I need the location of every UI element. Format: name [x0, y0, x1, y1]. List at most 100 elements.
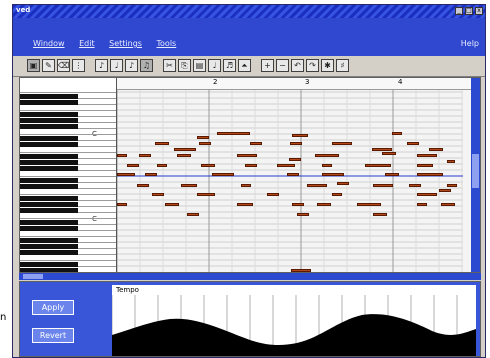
black-key[interactable]: [20, 94, 78, 99]
whole-note-icon[interactable]: ♪: [95, 59, 108, 72]
scroll-thumb[interactable]: [472, 154, 479, 188]
black-key[interactable]: [20, 220, 78, 225]
play-icon[interactable]: ✱: [321, 59, 334, 72]
note-block[interactable]: [447, 160, 455, 163]
black-key[interactable]: [20, 124, 78, 129]
note-block[interactable]: [199, 142, 211, 145]
note-block[interactable]: [417, 203, 427, 206]
note-block[interactable]: [307, 184, 327, 187]
note-block[interactable]: [157, 164, 167, 167]
note-block[interactable]: [417, 164, 433, 167]
note-block[interactable]: [357, 203, 381, 206]
menu-tools[interactable]: Tools: [157, 39, 177, 48]
black-key[interactable]: [20, 208, 78, 213]
note-block[interactable]: [181, 184, 197, 187]
note-block[interactable]: [447, 184, 457, 187]
record-icon[interactable]: ♯: [336, 59, 349, 72]
title-bar[interactable]: ved _ □ x: [13, 5, 485, 18]
note-block[interactable]: [177, 154, 191, 157]
eighth-note-icon[interactable]: ♫: [140, 59, 153, 72]
draw-icon[interactable]: ✎: [42, 59, 55, 72]
measure-ruler[interactable]: 2 3 4: [117, 78, 472, 90]
note-block[interactable]: [250, 142, 262, 145]
note-block[interactable]: [287, 173, 299, 176]
menu-edit[interactable]: Edit: [79, 39, 95, 48]
note-block[interactable]: [152, 193, 164, 196]
copy-icon[interactable]: ⎘: [178, 59, 191, 72]
note-block[interactable]: [117, 173, 135, 176]
select-icon[interactable]: ▣: [27, 59, 40, 72]
redo-icon[interactable]: ↷: [306, 59, 319, 72]
black-key[interactable]: [20, 112, 78, 117]
horizontal-scrollbar[interactable]: [19, 273, 481, 280]
paste-icon[interactable]: ▤: [193, 59, 206, 72]
close-button[interactable]: x: [475, 7, 483, 15]
note-block[interactable]: [417, 173, 443, 176]
erase-icon[interactable]: ⌫: [57, 59, 70, 72]
note-block[interactable]: [201, 164, 215, 167]
black-key[interactable]: [20, 244, 78, 249]
note-block[interactable]: [385, 173, 399, 176]
note-block[interactable]: [373, 184, 393, 187]
white-key[interactable]: [20, 194, 116, 195]
note-block[interactable]: [337, 182, 349, 185]
note-block[interactable]: [317, 203, 331, 206]
note-block[interactable]: [165, 203, 179, 206]
note-block[interactable]: [322, 164, 332, 167]
menu-help[interactable]: Help: [461, 39, 479, 48]
note-block[interactable]: [291, 269, 311, 272]
note-block[interactable]: [267, 193, 279, 196]
note-block[interactable]: [174, 148, 196, 151]
minimize-button[interactable]: _: [455, 7, 463, 15]
note-block[interactable]: [197, 193, 215, 196]
white-key[interactable]: [20, 260, 116, 261]
note-block[interactable]: [127, 164, 139, 167]
note-block[interactable]: [117, 203, 127, 206]
note-block[interactable]: [237, 154, 257, 157]
note-block[interactable]: [297, 213, 309, 216]
black-key[interactable]: [20, 178, 78, 183]
black-key[interactable]: [20, 226, 78, 231]
note-block[interactable]: [373, 213, 387, 216]
note-block[interactable]: [197, 136, 209, 139]
menu-window[interactable]: Window: [33, 39, 65, 48]
tempo-curve[interactable]: [111, 285, 476, 357]
white-key[interactable]: [20, 236, 116, 237]
quarter-note-icon[interactable]: ♪: [125, 59, 138, 72]
tempo-lane[interactable]: Tempo: [111, 285, 476, 357]
white-key[interactable]: [20, 152, 116, 153]
black-key[interactable]: [20, 118, 78, 123]
note-block[interactable]: [392, 132, 402, 135]
note-block[interactable]: [217, 132, 250, 135]
vertical-scrollbar[interactable]: [471, 78, 480, 272]
zoom-in-icon[interactable]: +: [261, 59, 274, 72]
revert-button[interactable]: Revert: [32, 328, 74, 343]
scroll-thumb[interactable]: [23, 274, 43, 279]
split-icon[interactable]: ⋮: [72, 59, 85, 72]
note-block[interactable]: [117, 154, 127, 157]
white-key[interactable]: [20, 176, 116, 177]
note-block[interactable]: [429, 148, 443, 151]
note-block[interactable]: [441, 203, 455, 206]
note-grid[interactable]: [117, 78, 472, 272]
note-block[interactable]: [137, 184, 149, 187]
half-note-icon[interactable]: ♩: [110, 59, 123, 72]
note-block[interactable]: [382, 152, 396, 155]
white-key[interactable]: [20, 134, 116, 135]
note-block[interactable]: [292, 203, 304, 206]
note-block[interactable]: [289, 158, 301, 161]
black-key[interactable]: [20, 238, 78, 243]
note-block[interactable]: [365, 164, 391, 167]
note-block[interactable]: [315, 154, 339, 157]
apply-button[interactable]: Apply: [32, 300, 74, 315]
note-block[interactable]: [292, 134, 308, 137]
velocity-icon[interactable]: ⏶: [238, 59, 251, 72]
black-key[interactable]: [20, 202, 78, 207]
note-block[interactable]: [372, 148, 392, 151]
transpose-icon[interactable]: ♬: [223, 59, 236, 72]
note-block[interactable]: [212, 173, 234, 176]
note-block[interactable]: [139, 154, 151, 157]
zoom-out-icon[interactable]: −: [276, 59, 289, 72]
note-block[interactable]: [439, 189, 451, 192]
black-key[interactable]: [20, 136, 78, 141]
